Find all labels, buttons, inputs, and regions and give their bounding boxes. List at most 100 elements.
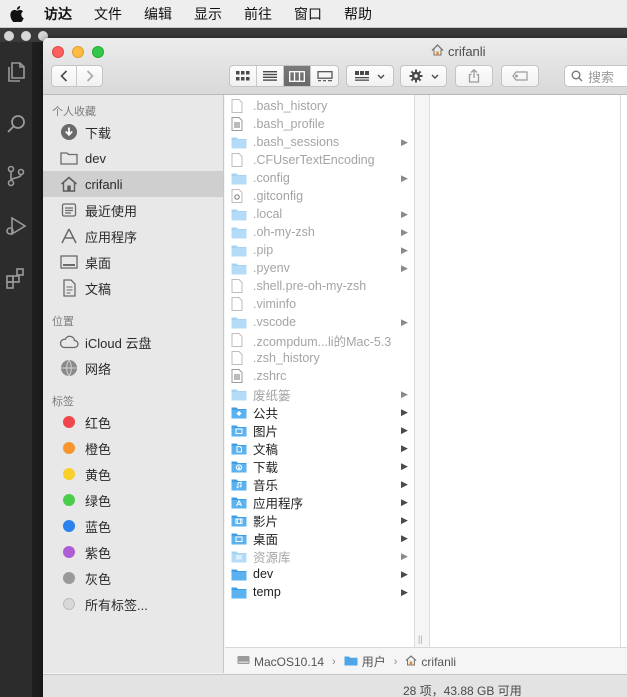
file-row[interactable]: .zshrc: [225, 367, 415, 385]
folder-icon: [231, 549, 247, 563]
background-close-button[interactable]: [4, 31, 14, 41]
file-name: temp: [253, 585, 281, 599]
search-icon[interactable]: [4, 112, 28, 136]
sidebar-item-icloud[interactable]: iCloud 云盘: [43, 329, 223, 355]
tags-header: 标签: [52, 396, 74, 408]
close-button[interactable]: [52, 46, 64, 58]
sidebar-item-all-tags[interactable]: 所有标签...: [43, 591, 223, 617]
path-bar: MacOS10.14 › 用户 › crifanli: [225, 647, 627, 675]
minimize-button[interactable]: [72, 46, 84, 58]
sidebar-item-tag-green[interactable]: 绿色: [43, 487, 223, 513]
menu-edit[interactable]: 编辑: [144, 4, 172, 24]
tag-color-dot-icon: [59, 516, 79, 536]
gallery-view-button[interactable]: [311, 66, 338, 86]
sidebar-item-network[interactable]: 网络: [43, 355, 223, 381]
file-row[interactable]: .vscode ▶: [225, 313, 415, 331]
file-row[interactable]: .oh-my-zsh ▶: [225, 223, 415, 241]
sidebar-item-label: 所有标签...: [85, 597, 148, 613]
column-resize-handle[interactable]: ||: [418, 634, 423, 644]
file-row[interactable]: .pip ▶: [225, 241, 415, 259]
icon-view-button[interactable]: [230, 66, 257, 86]
file-name: 影片: [253, 514, 279, 529]
list-view-button[interactable]: [257, 66, 284, 86]
sidebar-item-tag-purple[interactable]: 紫色: [43, 539, 223, 565]
file-row[interactable]: 资源库 ▶: [225, 547, 415, 565]
sidebar-item-tag-yellow[interactable]: 黄色: [43, 461, 223, 487]
file-row[interactable]: temp ▶: [225, 583, 415, 601]
menu-finder[interactable]: 访达: [44, 4, 72, 24]
path-segment-disk[interactable]: MacOS10.14: [254, 655, 324, 669]
sidebar-item-label: 桌面: [85, 255, 112, 271]
sidebar-item-desktop[interactable]: 桌面: [43, 249, 223, 275]
file-row[interactable]: 影片 ▶: [225, 511, 415, 529]
sidebar-item-documents[interactable]: 文稿: [43, 275, 223, 301]
file-row[interactable]: 图片 ▶: [225, 421, 415, 439]
disclosure-arrow-icon: ▶: [401, 388, 408, 399]
file-name: .zshrc: [253, 369, 287, 383]
back-button[interactable]: [52, 66, 78, 86]
source-control-icon[interactable]: [4, 164, 28, 188]
menu-view[interactable]: 显示: [194, 4, 222, 24]
apple-menu-icon[interactable]: [10, 5, 26, 22]
file-row[interactable]: .zcompdum...li的Mac-5.3: [225, 331, 415, 349]
folder-icon: [231, 315, 247, 329]
sidebar: 个人收藏 下载 dev crifanli 最近使用 应用程序 桌面 文稿 位置 …: [43, 95, 224, 673]
view-mode-group: [229, 65, 339, 87]
menu-file[interactable]: 文件: [94, 4, 122, 24]
sidebar-item-label: 绿色: [85, 493, 112, 509]
sidebar-item-dev[interactable]: dev: [43, 145, 223, 171]
explorer-icon[interactable]: [4, 60, 28, 84]
file-row[interactable]: 文稿 ▶: [225, 439, 415, 457]
file-row[interactable]: .viminfo: [225, 295, 415, 313]
file-row[interactable]: 下载 ▶: [225, 457, 415, 475]
empty-column: [621, 95, 627, 647]
path-segment-home[interactable]: crifanli: [421, 655, 456, 669]
extensions-icon[interactable]: [4, 266, 28, 290]
sidebar-item-tag-orange[interactable]: 橙色: [43, 435, 223, 461]
file-row[interactable]: 公共 ▶: [225, 403, 415, 421]
menu-help[interactable]: 帮助: [344, 4, 372, 24]
menu-go[interactable]: 前往: [244, 4, 272, 24]
file-row[interactable]: .config ▶: [225, 169, 415, 187]
file-row[interactable]: .zsh_history: [225, 349, 415, 367]
sidebar-item-home[interactable]: crifanli: [43, 171, 223, 197]
window-title-text: crifanli: [448, 44, 486, 59]
forward-button[interactable]: [77, 66, 102, 86]
menu-window[interactable]: 窗口: [294, 4, 322, 24]
file-row[interactable]: .shell.pre-oh-my-zsh: [225, 277, 415, 295]
file-row[interactable]: 应用程序 ▶: [225, 493, 415, 511]
run-debug-icon[interactable]: [4, 214, 28, 238]
group-by-button[interactable]: [346, 65, 394, 87]
file-row[interactable]: .local ▶: [225, 205, 415, 223]
file-name: .local: [253, 207, 283, 221]
file-row[interactable]: .gitconfig: [225, 187, 415, 205]
sidebar-item-tag-blue[interactable]: 蓝色: [43, 513, 223, 539]
file-name: .zcompdum...li的Mac-5.3: [253, 334, 392, 349]
folder-icon: [231, 171, 247, 185]
background-minimize-button[interactable]: [21, 31, 31, 41]
file-row[interactable]: .bash_history: [225, 97, 415, 115]
file-row[interactable]: 废纸篓 ▶: [225, 385, 415, 403]
path-segment-users[interactable]: 用户: [362, 653, 386, 670]
sidebar-item-tag-gray[interactable]: 灰色: [43, 565, 223, 591]
file-row[interactable]: 桌面 ▶: [225, 529, 415, 547]
column-view-button[interactable]: [284, 66, 311, 86]
sidebar-item-tag-red[interactable]: 红色: [43, 409, 223, 435]
file-row[interactable]: dev ▶: [225, 565, 415, 583]
zoom-button[interactable]: [92, 46, 104, 58]
file-row[interactable]: 音乐 ▶: [225, 475, 415, 493]
sidebar-item-recents[interactable]: 最近使用: [43, 197, 223, 223]
search-field[interactable]: 搜索: [564, 65, 627, 87]
sidebar-item-label: 最近使用: [85, 203, 138, 219]
action-menu-button[interactable]: [400, 65, 447, 87]
sidebar-item-applications[interactable]: 应用程序: [43, 223, 223, 249]
sidebar-item-downloads[interactable]: 下载: [43, 119, 223, 145]
file-row[interactable]: .pyenv ▶: [225, 259, 415, 277]
folder-icon: [231, 477, 247, 491]
share-button[interactable]: [455, 65, 493, 87]
cloud-icon: [59, 332, 79, 352]
file-row[interactable]: .bash_sessions ▶: [225, 133, 415, 151]
file-row[interactable]: .CFUserTextEncoding: [225, 151, 415, 169]
edit-tags-button[interactable]: [501, 65, 539, 87]
file-row[interactable]: .bash_profile: [225, 115, 415, 133]
